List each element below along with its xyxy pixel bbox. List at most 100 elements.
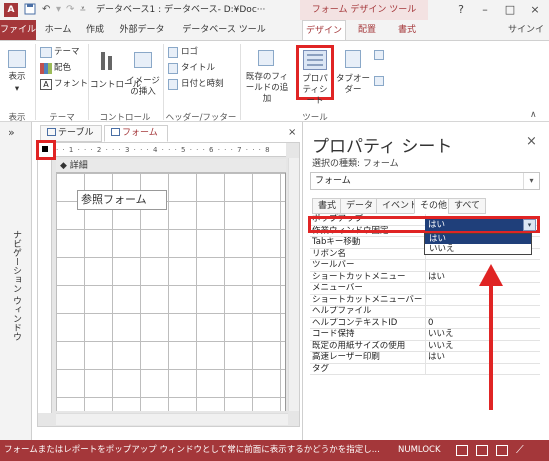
detail-section-label: 詳細 [69,161,88,171]
property-divider [425,260,426,271]
property-name: メニューバー [312,283,363,293]
colors-button[interactable]: 配色 [54,63,71,74]
property-name: ヘルプファイル [312,306,372,316]
help-button[interactable]: ? [448,0,474,20]
access-app-icon: A [4,3,18,17]
selection-type-label: 選択の種類: フォーム [312,159,399,169]
property-value[interactable]: はい [428,272,445,283]
tab-format[interactable]: 書式 [390,20,424,40]
dropdown-option-no[interactable]: いいえ [425,244,531,254]
status-message: フォームまたはレポートをポップアップ ウィンドウとして常に前面に表示するかどうか… [4,445,380,455]
property-name: コード保持 [312,329,355,339]
undo-dropdown-icon[interactable]: ▾ [56,3,61,17]
property-sheet-close-icon[interactable]: × [526,134,537,149]
group-separator [163,44,164,120]
property-name: ヘルプコンテキストID [312,317,398,328]
logo-icon [168,47,178,58]
controls-icon [99,50,115,72]
property-divider [425,283,426,294]
property-divider [425,294,426,306]
theme-icon [40,47,52,58]
chevron-down-icon[interactable]: ▾ [523,173,539,189]
form-selector-highlight [36,140,56,160]
property-name: リボン名 [312,248,347,259]
tab-form-label: フォーム [122,128,158,138]
vertical-ruler [38,158,52,413]
tab-external-data[interactable]: 外部データ [112,20,172,40]
property-name: タグ [312,363,330,374]
minimize-button[interactable]: – [472,0,498,20]
tab-arrange[interactable]: 配置 [350,20,384,40]
property-name: 既定の用紙サイズの使用 [312,340,406,351]
view-dropdown-icon[interactable]: ▾ [14,84,20,95]
tab-home[interactable]: ホーム [40,20,76,40]
save-icon[interactable] [24,3,36,17]
property-name: ショートカットメニュー [312,271,406,282]
datetime-icon [168,79,178,90]
collapse-ribbon-icon[interactable]: ∧ [530,110,537,120]
object-selector-value: フォーム [315,176,351,186]
vertical-scrollbar[interactable] [288,158,299,411]
property-value[interactable]: いいえ [428,341,454,352]
controls-button[interactable]: コントロール [90,80,141,91]
fonts-icon: A [40,79,52,90]
view-icon [8,50,26,68]
datetime-button[interactable]: 日付と時刻 [181,79,224,90]
property-value[interactable]: はい [428,352,445,363]
title-icon [168,63,178,74]
tool-small-icon[interactable] [374,76,384,86]
tab-file[interactable]: ファイル [0,20,36,40]
ps-tab-data[interactable]: データ [340,198,380,214]
theme-button[interactable]: テーマ [54,47,80,58]
print-preview-icon[interactable]: ⟋ [516,443,524,457]
form-view-icon[interactable] [456,445,468,456]
form-icon [111,128,120,136]
property-value[interactable]: いいえ [428,329,454,340]
object-selector[interactable]: フォーム ▾ [310,172,540,190]
property-divider [425,306,426,317]
logo-button[interactable]: ロゴ [181,47,198,58]
tab-order-button[interactable]: タブオーダー [336,74,370,96]
horizontal-ruler: · · 1 · · · 2 · · · 3 · · · 4 · · · 5 · … [56,143,286,157]
chevron-down-icon[interactable]: ▾ [523,219,536,231]
reference-form-label-control[interactable]: 参照フォーム [77,190,167,210]
add-existing-fields-button[interactable]: 既存のフィールドの追加 [244,72,290,105]
numlock-indicator: NUMLOCK [398,445,441,455]
group-separator [88,44,89,120]
layout-view-icon[interactable] [476,445,488,456]
maximize-button[interactable]: □ [497,0,523,20]
signin-link[interactable]: サインイ [508,20,544,40]
dropdown-option-yes[interactable]: はい [425,234,531,244]
property-sheet-button[interactable]: プロパティシート [299,74,331,107]
tab-database-tools[interactable]: データベース ツール [176,20,272,40]
property-name: Tabキー移動 [312,237,361,247]
nav-expand-button[interactable]: » [8,126,15,139]
qat-customize-icon[interactable]: ⩡ [80,3,86,17]
ps-tab-format[interactable]: 書式 [312,198,343,214]
undo-icon[interactable]: ↶ [42,3,50,17]
tool-small-icon[interactable] [374,50,384,60]
document-close-button[interactable]: × [288,127,296,138]
property-sheet-title: プロパティ シート [312,137,453,157]
red-arrow-annotation [479,264,503,410]
group-separator [240,44,241,120]
insert-image-button[interactable]: イメージの挿入 [126,76,160,98]
property-value[interactable]: 0 [428,318,433,329]
ps-tab-all[interactable]: すべて [448,198,487,214]
popup-value-field[interactable]: はい [425,219,525,231]
horizontal-scrollbar[interactable] [56,413,288,425]
tab-create[interactable]: 作成 [80,20,110,40]
fonts-button[interactable]: フォント [54,79,88,90]
group-separator [35,44,36,120]
title-button[interactable]: タイトル [181,63,215,74]
tab-table-label: テーブル [58,128,94,138]
close-button[interactable]: × [522,0,548,20]
design-view-icon[interactable] [496,445,508,456]
nav-pane-label[interactable]: ナビゲーション ウィンドウ [10,230,23,341]
detail-section-bar[interactable]: ◆ 詳細 [56,159,286,173]
tab-design[interactable]: デザイン [302,20,346,41]
tab-form[interactable]: フォーム [104,125,168,142]
redo-icon[interactable]: ↷ [66,3,74,17]
window-title: データベース1 : データベース- D:¥Doc··· [96,5,266,15]
view-button[interactable]: 表示 [2,72,32,83]
